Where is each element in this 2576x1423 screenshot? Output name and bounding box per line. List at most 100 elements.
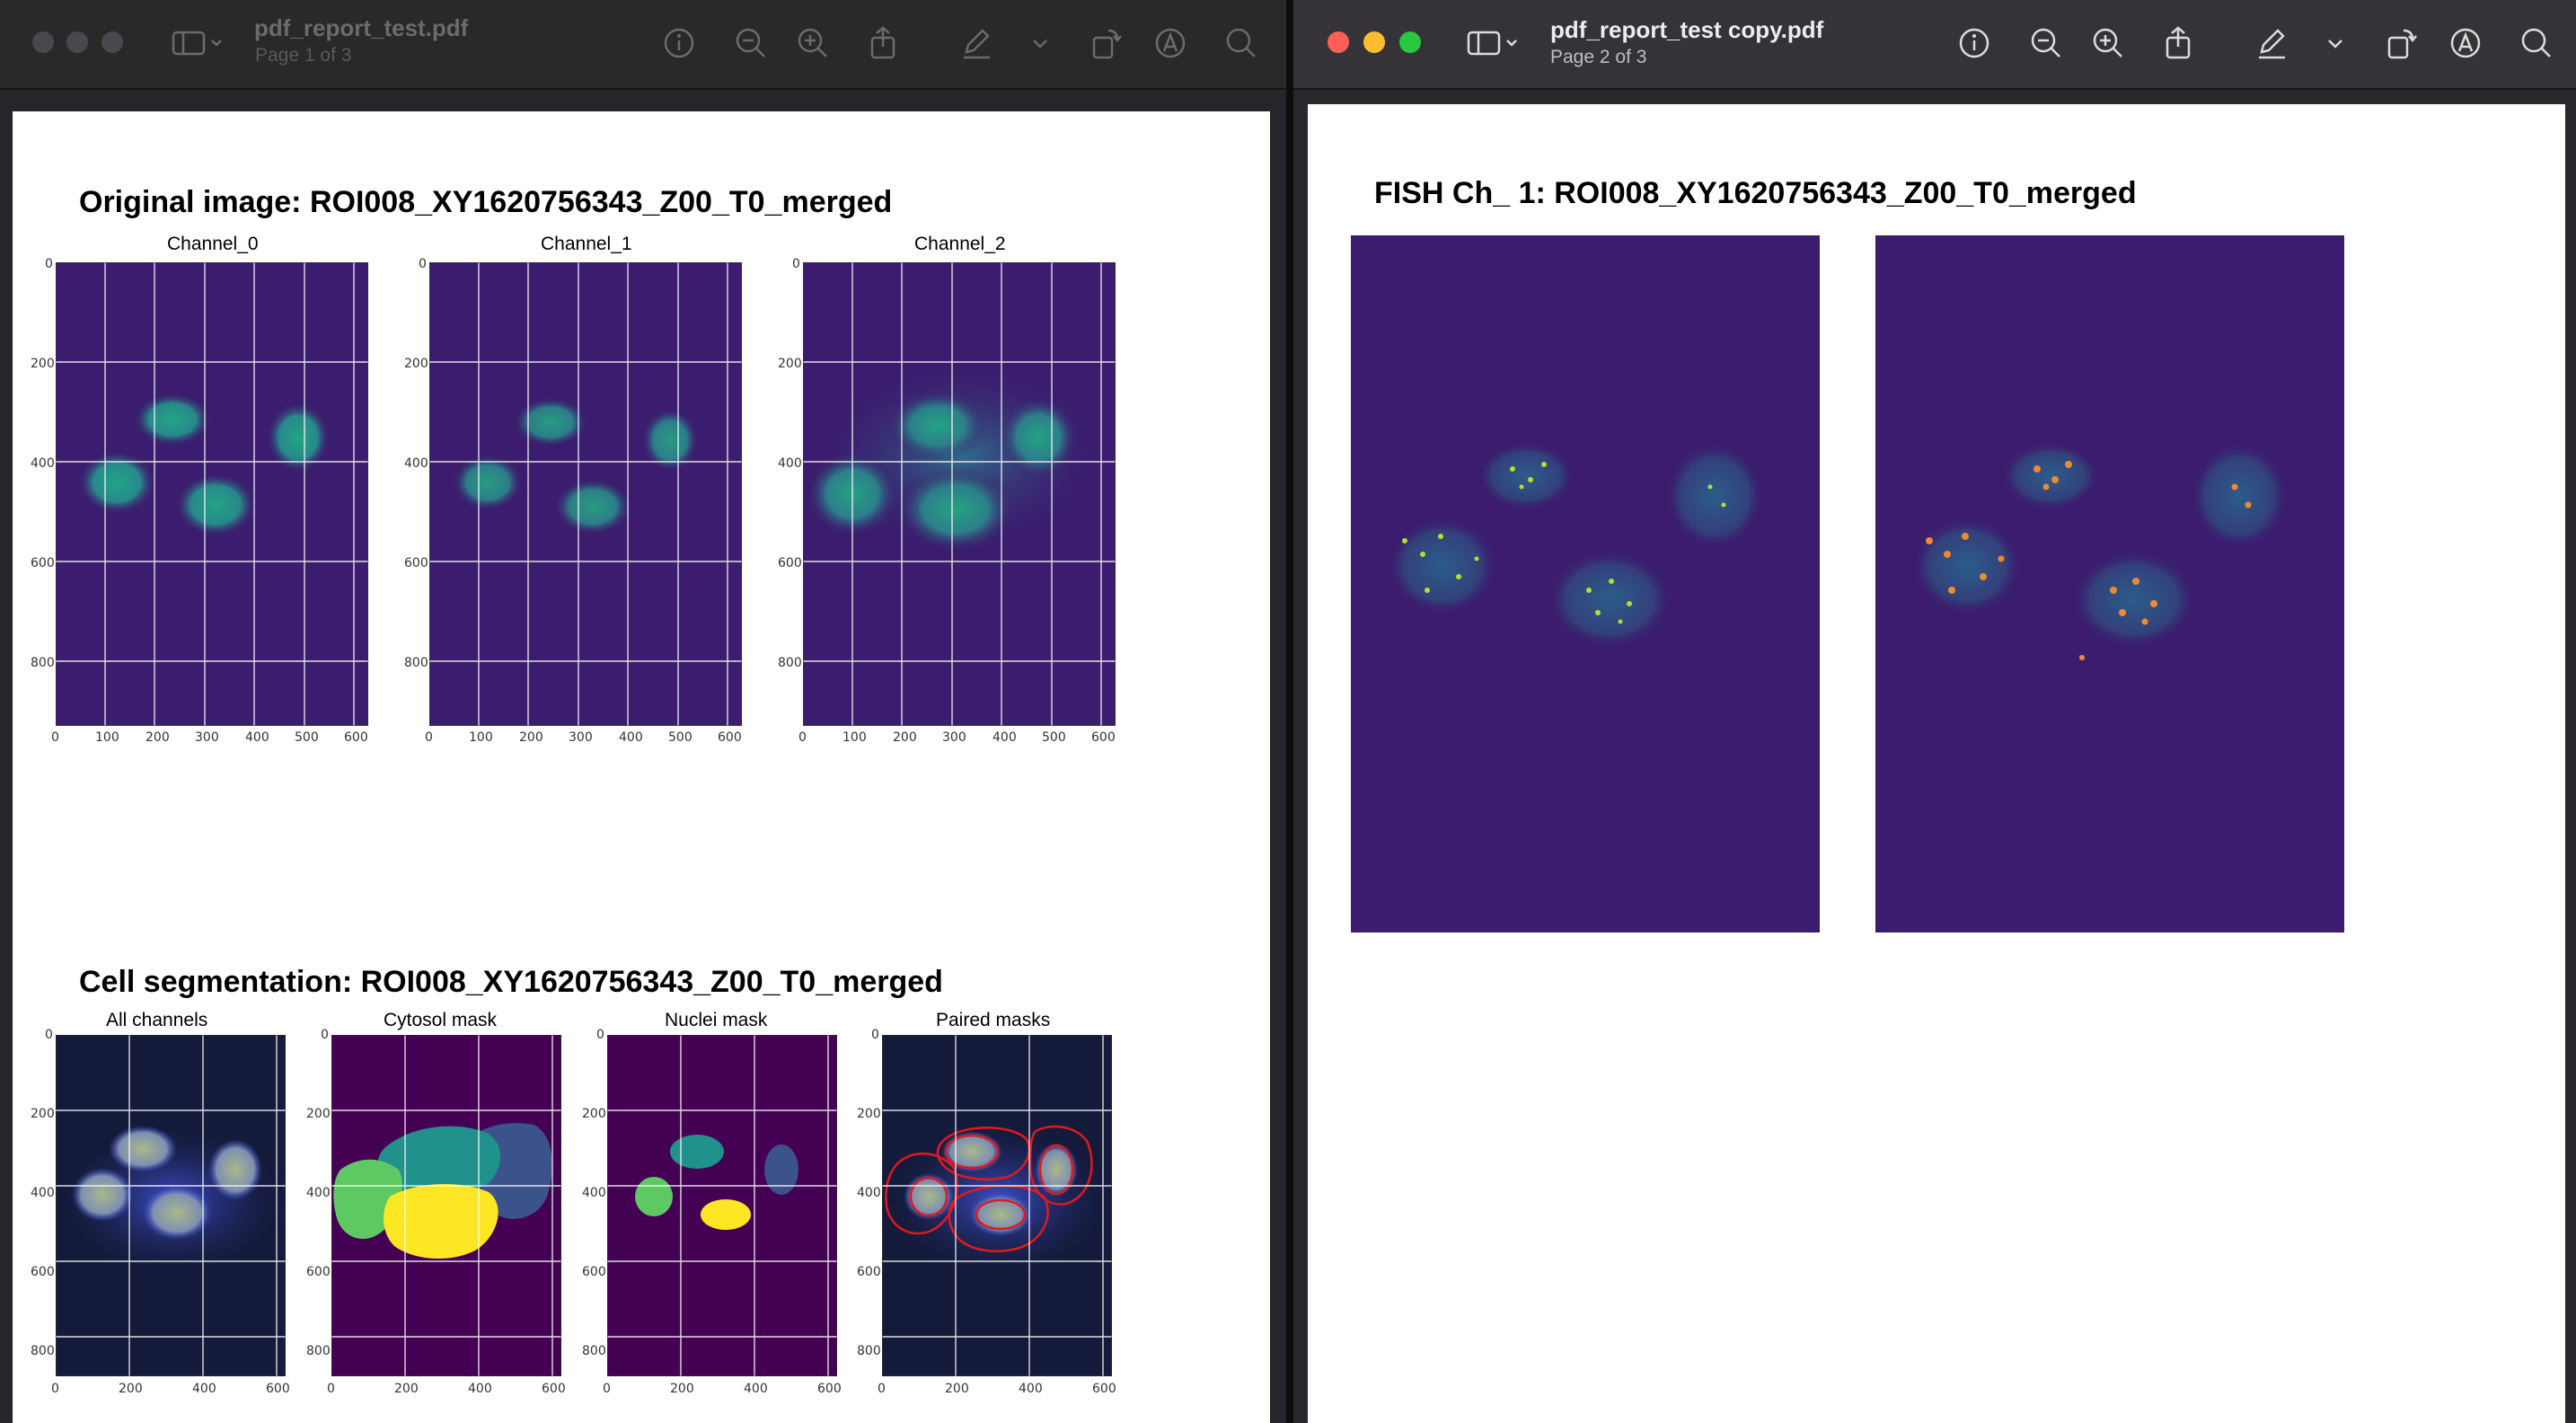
y-tick-label: 0 <box>792 257 800 271</box>
y-tick-label: 200 <box>31 357 55 371</box>
nuclei-mask-image <box>607 1035 837 1376</box>
search-icon[interactable] <box>2519 25 2554 61</box>
channel-0-image <box>56 262 368 726</box>
y-tick-label: 200 <box>857 1107 881 1121</box>
left-preview-window: pdf_report_test.pdf Page 1 of 3 Original… <box>0 0 1286 1423</box>
x-tick-label: 200 <box>893 730 917 745</box>
x-tick-label: 0 <box>603 1382 611 1396</box>
info-icon[interactable] <box>1956 25 1992 61</box>
x-tick-label: 200 <box>394 1382 419 1396</box>
y-tick-label: 400 <box>306 1186 331 1200</box>
x-tick-label: 600 <box>817 1382 842 1396</box>
x-tick-label: 400 <box>619 730 643 745</box>
x-tick-label: 100 <box>842 730 867 745</box>
x-tick-label: 200 <box>519 730 543 745</box>
paired-masks-image <box>882 1035 1112 1376</box>
minimize-button[interactable] <box>66 31 88 53</box>
y-tick-label: 200 <box>404 357 428 371</box>
panel-title: Channel_1 <box>541 234 632 254</box>
info-icon[interactable] <box>661 25 697 61</box>
rotate-icon[interactable] <box>1089 25 1125 61</box>
zoom-in-icon[interactable] <box>2090 25 2126 61</box>
x-tick-label: 300 <box>569 730 593 745</box>
y-tick-label: 200 <box>582 1107 606 1121</box>
x-tick-label: 400 <box>245 730 269 745</box>
document-title: pdf_report_test copy.pdf <box>1550 16 1824 43</box>
x-tick-label: 200 <box>670 1382 694 1396</box>
annotate-icon[interactable] <box>2448 25 2483 61</box>
y-tick-label: 0 <box>321 1028 329 1042</box>
right-preview-window: pdf_report_test copy.pdf Page 2 of 3 FIS… <box>1293 0 2576 1423</box>
close-button[interactable] <box>1328 31 1349 53</box>
rotate-icon[interactable] <box>2384 25 2420 61</box>
panel-title: Paired masks <box>936 1010 1051 1030</box>
y-tick-label: 200 <box>306 1107 331 1121</box>
x-tick-label: 100 <box>469 730 493 745</box>
sidebar-toggle-button[interactable] <box>171 25 226 61</box>
y-tick-label: 0 <box>45 1028 53 1042</box>
window-divider <box>1286 0 1293 1423</box>
x-tick-label: 500 <box>668 730 693 745</box>
y-tick-label: 400 <box>31 456 55 471</box>
x-tick-label: 600 <box>266 1382 290 1396</box>
paired-masks-panel: Paired masks 0 200 400 600 800 0 200 400… <box>844 1010 1123 1423</box>
close-button[interactable] <box>32 31 54 53</box>
x-tick-label: 200 <box>945 1382 969 1396</box>
x-tick-label: 300 <box>942 730 966 745</box>
y-tick-label: 400 <box>31 1186 55 1200</box>
panel-title: Nuclei mask <box>665 1010 768 1030</box>
y-tick-label: 800 <box>31 1344 55 1358</box>
x-tick-label: 0 <box>327 1382 335 1396</box>
markup-pen-icon[interactable] <box>2254 25 2290 61</box>
nuclei-mask-panel: Nuclei mask 0 200 400 600 800 0 200 400 … <box>569 1010 848 1423</box>
cytosol-mask-image <box>331 1035 561 1376</box>
x-tick-label: 0 <box>51 730 59 745</box>
sidebar-toggle-button[interactable] <box>1466 25 1522 61</box>
x-tick-label: 200 <box>119 1382 143 1396</box>
share-icon[interactable] <box>865 25 901 61</box>
x-tick-label: 400 <box>1019 1382 1043 1396</box>
share-icon[interactable] <box>2160 25 2196 61</box>
zoom-button[interactable] <box>1399 31 1421 53</box>
x-tick-label: 400 <box>192 1382 216 1396</box>
x-tick-label: 0 <box>878 1382 886 1396</box>
channel-2-panel: Channel_2 0 200 400 600 800 0 100 200 30… <box>765 234 1142 746</box>
y-tick-label: 400 <box>582 1186 606 1200</box>
y-tick-label: 800 <box>404 656 428 670</box>
zoom-in-icon[interactable] <box>795 25 831 61</box>
fish-spots-image <box>1351 235 1820 932</box>
y-tick-label: 0 <box>45 257 53 271</box>
x-tick-label: 100 <box>95 730 119 745</box>
x-tick-label: 600 <box>1092 1382 1116 1396</box>
markup-pen-icon[interactable] <box>959 25 995 61</box>
search-icon[interactable] <box>1223 25 1259 61</box>
pdf-page-1: Original image: ROI008_XY1620756343_Z00_… <box>13 111 1270 1423</box>
page-indicator: Page 2 of 3 <box>1550 47 1647 67</box>
channel-2-image <box>803 262 1116 726</box>
x-tick-label: 400 <box>744 1382 768 1396</box>
y-tick-label: 600 <box>31 556 55 570</box>
left-titlebar: pdf_report_test.pdf Page 1 of 3 <box>0 0 1286 90</box>
section-title-segmentation: Cell segmentation: ROI008_XY1620756343_Z… <box>79 965 943 999</box>
x-tick-label: 400 <box>468 1382 492 1396</box>
x-tick-label: 500 <box>1042 730 1066 745</box>
zoom-out-icon[interactable] <box>2028 25 2064 61</box>
zoom-out-icon[interactable] <box>733 25 769 61</box>
x-tick-label: 0 <box>51 1382 59 1396</box>
chevron-down-icon[interactable] <box>2325 25 2346 61</box>
channel-0-panel: Channel_0 0 200 400 600 800 0 100 200 30… <box>18 234 395 746</box>
zoom-button[interactable] <box>101 31 123 53</box>
minimize-button[interactable] <box>1363 31 1385 53</box>
x-tick-label: 600 <box>542 1382 566 1396</box>
panel-title: Channel_0 <box>167 234 259 254</box>
y-tick-label: 0 <box>419 257 427 271</box>
annotate-icon[interactable] <box>1152 25 1188 61</box>
pdf-page-2: FISH Ch_ 1: ROI008_XY1620756343_Z00_T0_m… <box>1308 104 2565 1423</box>
y-tick-label: 200 <box>31 1107 55 1121</box>
y-tick-label: 800 <box>306 1344 331 1358</box>
y-tick-label: 200 <box>778 357 802 371</box>
channel-1-panel: Channel_1 0 200 400 600 800 0 100 200 30… <box>392 234 769 746</box>
chevron-down-icon[interactable] <box>1029 25 1051 61</box>
y-tick-label: 0 <box>871 1028 879 1042</box>
y-tick-label: 800 <box>857 1344 881 1358</box>
